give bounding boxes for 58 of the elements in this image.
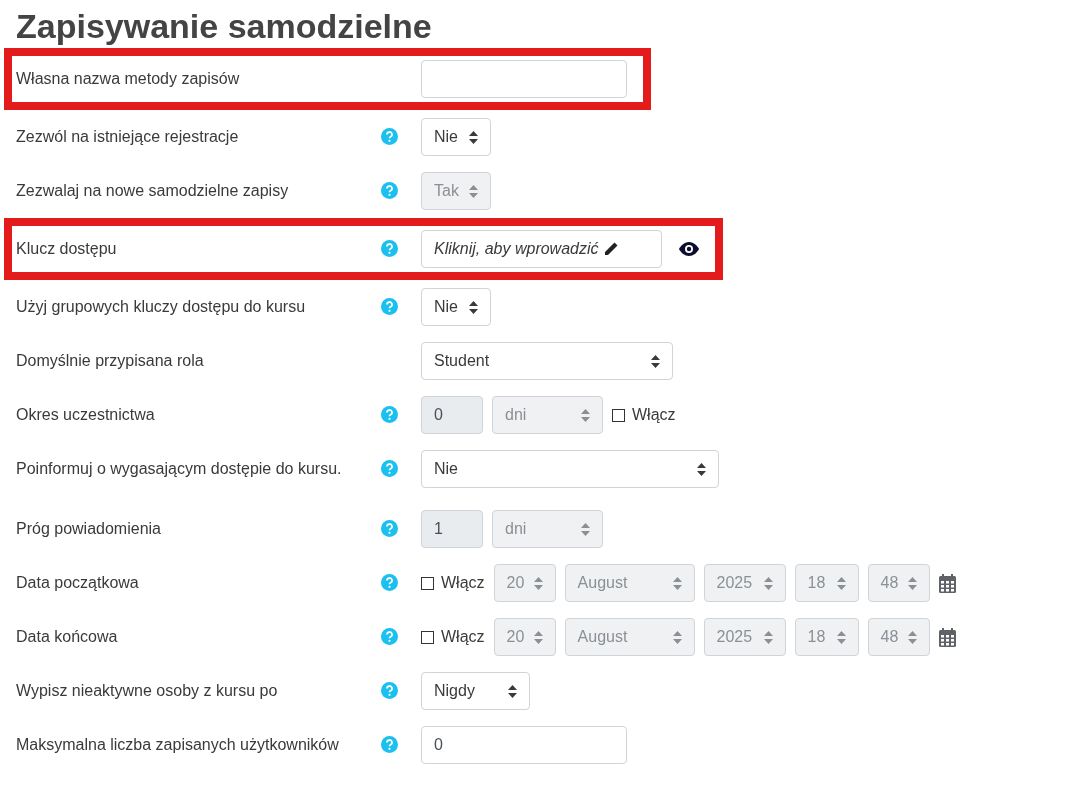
sort-arrows-icon: [469, 184, 478, 198]
field-label: Okres uczestnictwa: [16, 405, 156, 425]
field-label: Maksymalna liczba zapisanych użytkowników: [16, 735, 340, 755]
help-icon[interactable]: [381, 298, 398, 315]
sort-arrows-icon: [469, 130, 478, 144]
sort-arrows-icon: [836, 630, 846, 644]
help-icon[interactable]: [381, 182, 398, 199]
sort-arrows-icon: [469, 300, 478, 314]
sort-arrows-icon: [697, 462, 706, 476]
sort-arrows-icon: [763, 576, 773, 590]
sort-arrows-icon: [907, 630, 917, 644]
help-icon[interactable]: [381, 682, 398, 699]
help-icon[interactable]: [381, 574, 398, 591]
help-icon[interactable]: [381, 240, 398, 257]
sort-arrows-icon: [672, 576, 682, 590]
field-label: Domyślnie przypisana rola: [16, 351, 205, 371]
field-label: Wypisz nieaktywne osoby z kursu po: [16, 681, 279, 701]
sort-arrows-icon: [508, 684, 517, 698]
help-icon[interactable]: [381, 628, 398, 645]
help-icon[interactable]: [381, 460, 398, 477]
help-icon[interactable]: [381, 406, 398, 423]
field-label: Własna nazwa metody zapisów: [16, 69, 241, 89]
page-title: Zapisywanie samodzielne: [16, 6, 433, 47]
select-dropdown[interactable]: Nie: [421, 288, 491, 326]
sort-arrows-icon: [581, 522, 590, 536]
sort-arrows-icon: [651, 354, 660, 368]
field-label: Klucz dostępu: [16, 239, 118, 259]
field-label: Zezwól na istniejące rejestracje: [16, 127, 240, 147]
sort-arrows-icon: [672, 630, 682, 644]
sort-arrows-icon: [581, 408, 590, 422]
enable-checkbox[interactable]: Włącz: [421, 625, 485, 649]
field-label: Użyj grupowych kluczy dostępu do kursu: [16, 297, 307, 317]
sort-arrows-icon: [763, 630, 773, 644]
help-icon[interactable]: [381, 128, 398, 145]
eye-icon[interactable]: [679, 242, 699, 256]
text-field[interactable]: [421, 60, 627, 98]
sort-arrows-icon: [533, 630, 543, 644]
sort-arrows-icon: [907, 576, 917, 590]
help-icon[interactable]: [381, 736, 398, 753]
calendar-icon[interactable]: [938, 627, 956, 647]
select-dropdown[interactable]: Nigdy: [421, 672, 530, 710]
calendar-icon[interactable]: [938, 573, 956, 593]
pencil-icon: [602, 241, 619, 257]
field-label: Zezwalaj na nowe samodzielne zapisy: [16, 181, 290, 201]
sort-arrows-icon: [533, 576, 543, 590]
sort-arrows-icon: [836, 576, 846, 590]
help-icon[interactable]: [381, 520, 398, 537]
select-dropdown[interactable]: Student: [421, 342, 673, 380]
select-dropdown[interactable]: Nie: [421, 118, 491, 156]
field-label: Próg powiadomienia: [16, 519, 162, 539]
enable-checkbox[interactable]: Włącz: [612, 403, 676, 427]
enable-checkbox[interactable]: Włącz: [421, 571, 485, 595]
select-dropdown[interactable]: Nie: [421, 450, 719, 488]
field-label: Data końcowa: [16, 627, 119, 647]
inline-edit-field[interactable]: Kliknij, aby wprowadzić: [421, 230, 662, 268]
field-label: Data początkowa: [16, 573, 140, 593]
field-label: Poinformuj o wygasającym dostępie do kursu.: [16, 459, 343, 479]
text-field[interactable]: 0: [421, 726, 627, 764]
